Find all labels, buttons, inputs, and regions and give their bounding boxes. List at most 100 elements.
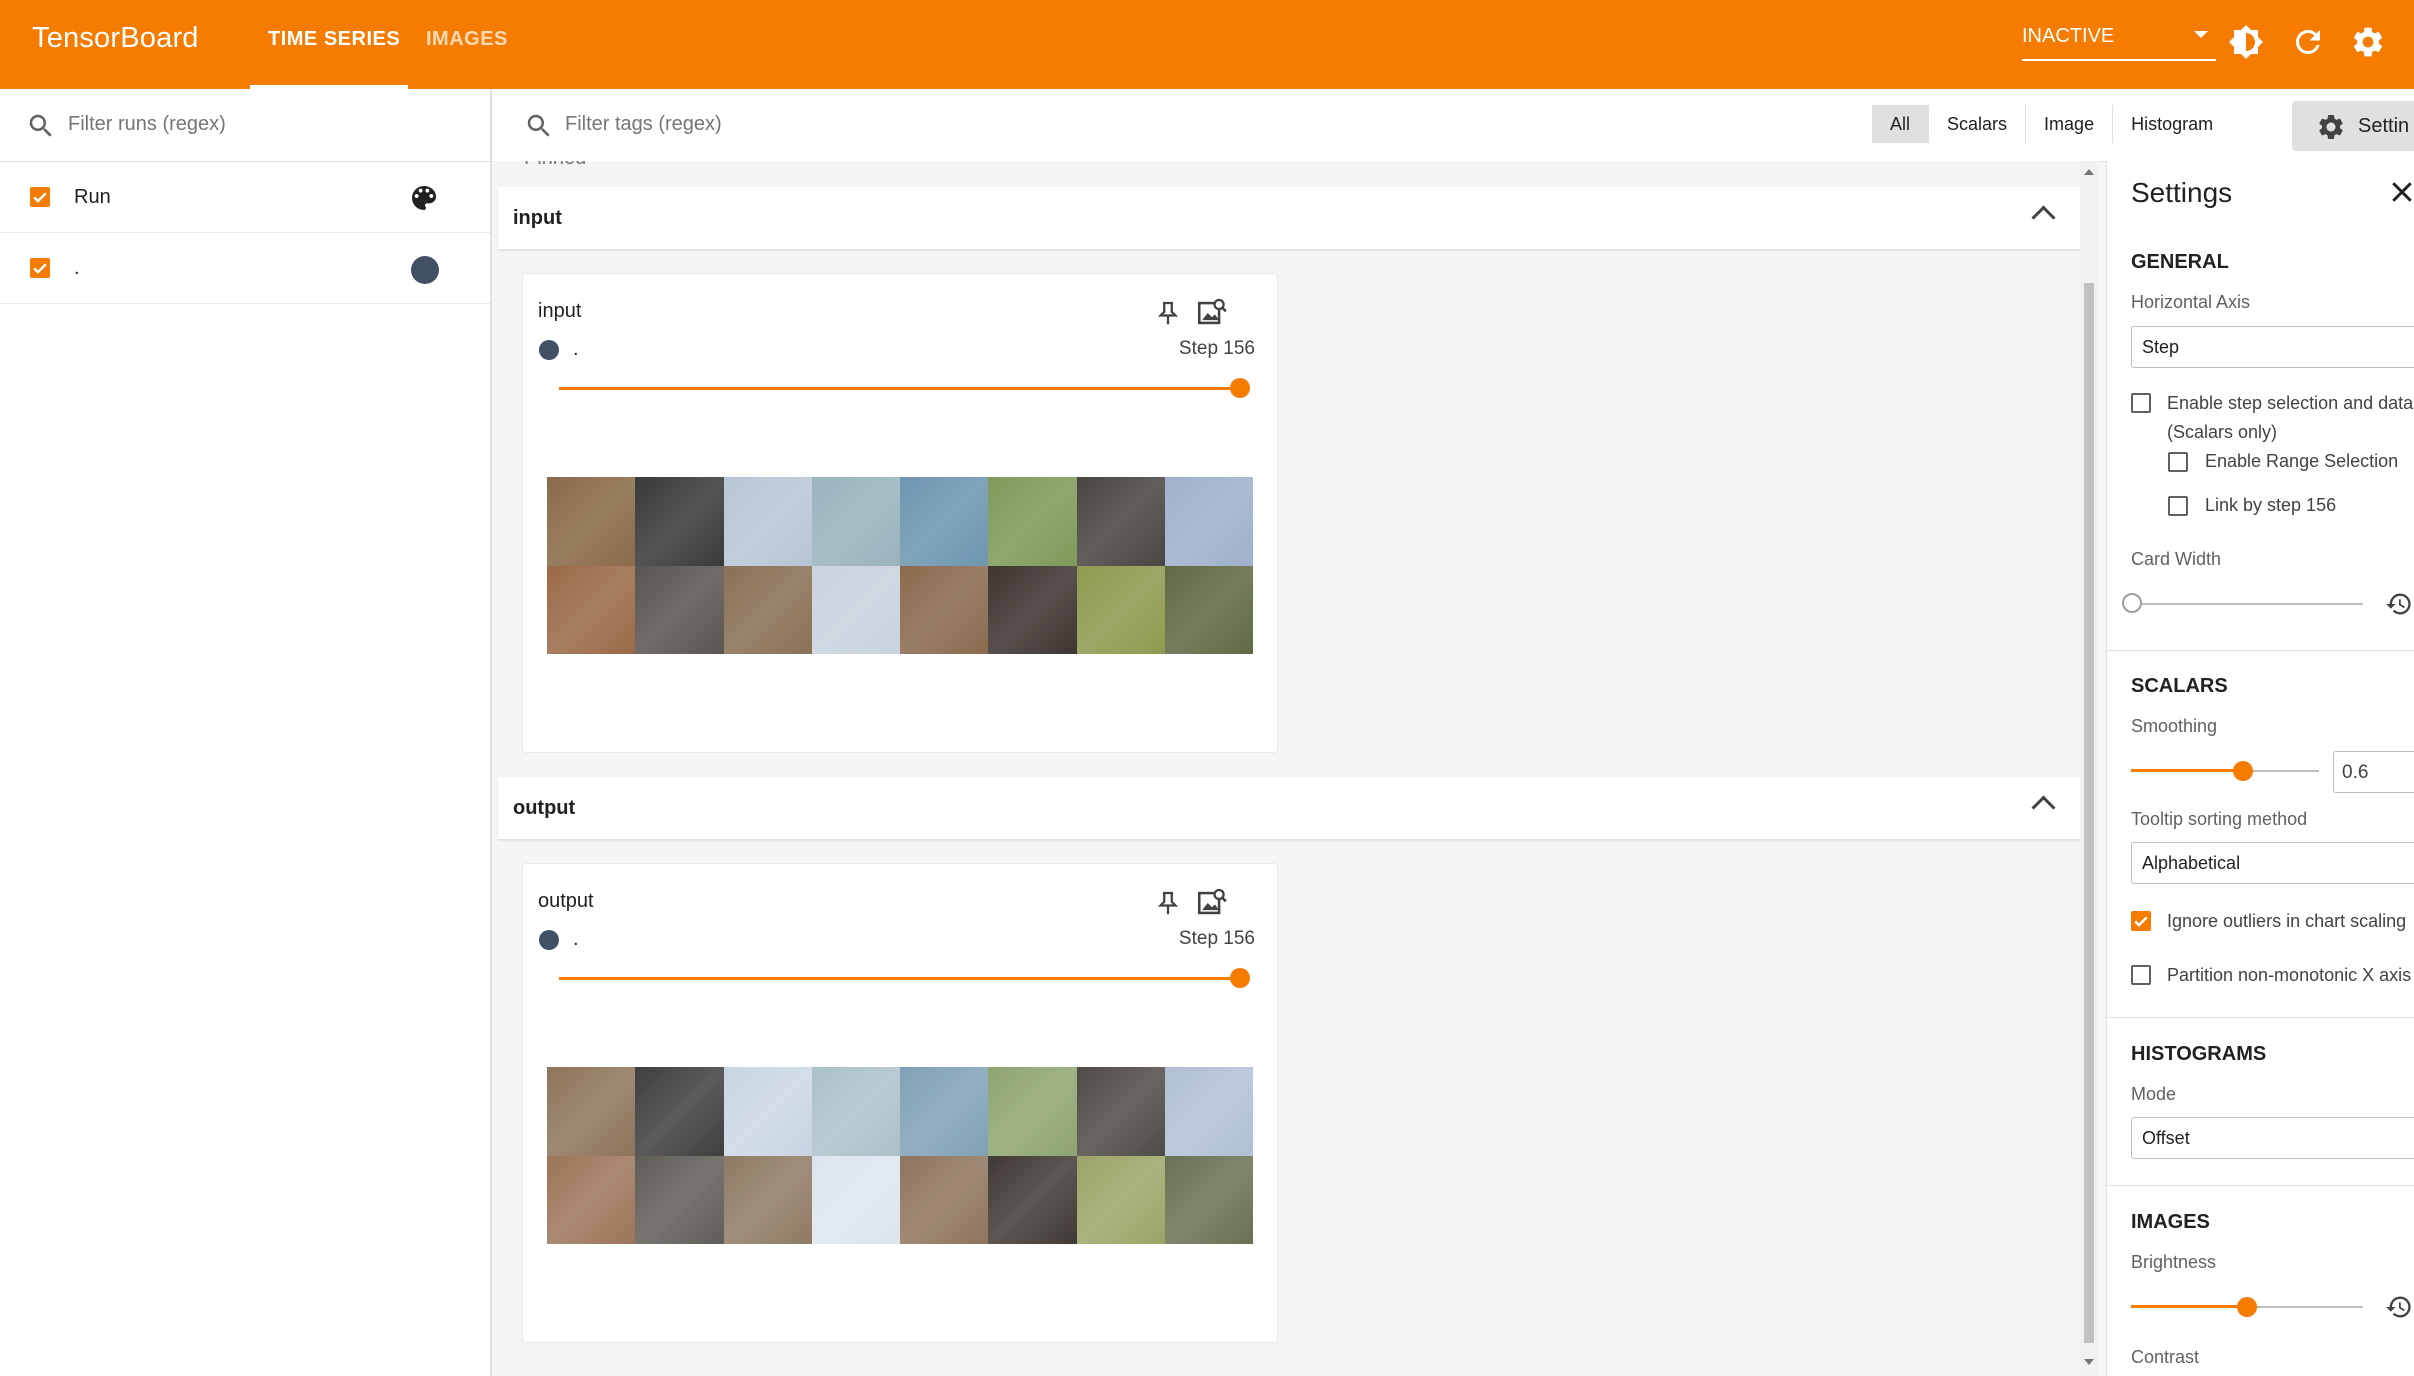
card-title: output <box>538 890 594 912</box>
plugin-status-select[interactable]: INACTIVE <box>2022 25 2216 61</box>
smoothing-slider-thumb[interactable] <box>2233 761 2253 781</box>
card-run-label: . <box>573 928 579 950</box>
scroll-up-arrow-icon[interactable] <box>2083 167 2095 177</box>
section-divider <box>2107 650 2414 651</box>
horizontal-axis-select[interactable]: Step <box>2131 326 2414 368</box>
app-brand[interactable]: TensorBoard <box>32 22 199 55</box>
pinned-section-label: Pinned <box>524 161 586 170</box>
run-color-swatch[interactable] <box>411 256 439 284</box>
card-width-slider-thumb[interactable] <box>2122 593 2142 613</box>
tag-filter-bar: Filter tags (regex) All Scalars Image Hi… <box>492 89 2414 162</box>
group-header-output[interactable]: output <box>498 777 2080 840</box>
pin-icon[interactable] <box>1153 888 1183 918</box>
horizontal-axis-label: Horizontal Axis <box>2131 292 2251 312</box>
scrollbar-thumb[interactable] <box>2084 283 2094 1343</box>
group-title: output <box>513 797 576 819</box>
contrast-label: Contrast <box>2131 1347 2200 1367</box>
image-card-output: output . Step 156 <box>522 863 1278 1343</box>
image-grid[interactable] <box>547 1067 1253 1244</box>
step-slider-thumb[interactable] <box>1230 378 1250 398</box>
reset-icon[interactable] <box>2385 590 2413 618</box>
range-selection-label: Enable Range Selection <box>2205 451 2399 471</box>
image-grid[interactable] <box>547 477 1253 654</box>
settings-toggle-button[interactable]: Settin <box>2292 101 2414 151</box>
image-thumbnail <box>547 565 636 654</box>
section-divider <box>2107 1017 2414 1018</box>
step-slider-track[interactable] <box>559 977 1239 980</box>
tab-images[interactable]: IMAGES <box>426 28 508 51</box>
type-histogram-button[interactable]: Histogram <box>2113 105 2231 143</box>
settings-gear-icon[interactable] <box>2350 24 2386 60</box>
group-header-input[interactable]: input <box>498 187 2080 250</box>
gear-icon <box>2319 115 2343 139</box>
smoothing-slider-fill <box>2131 769 2243 772</box>
image-thumbnail <box>900 477 989 566</box>
settings-panel: Settings GENERAL Horizontal Axis Step En… <box>2106 161 2414 1376</box>
fullsize-image-icon[interactable] <box>1195 296 1229 330</box>
type-all-button[interactable]: All <box>1872 105 1930 143</box>
step-slider-track[interactable] <box>559 387 1239 390</box>
histogram-mode-label: Mode <box>2131 1084 2177 1104</box>
image-thumbnail <box>635 1067 724 1156</box>
image-thumbnail <box>635 565 724 654</box>
reset-icon[interactable] <box>2385 1293 2413 1321</box>
type-scalars-button[interactable]: Scalars <box>1929 105 2027 143</box>
scroll-down-arrow-icon[interactable] <box>2083 1357 2095 1367</box>
image-thumbnail <box>547 477 636 566</box>
tags-filter-input[interactable]: Filter tags (regex) <box>565 113 722 136</box>
histogram-mode-select[interactable]: Offset <box>2131 1117 2414 1159</box>
run-checkbox[interactable] <box>30 258 50 278</box>
run-row: . <box>0 233 490 304</box>
plugin-status-value: INACTIVE <box>2022 25 2115 47</box>
theme-toggle-icon[interactable] <box>2228 24 2264 60</box>
image-thumbnail <box>811 1067 900 1156</box>
image-thumbnail <box>547 1067 636 1156</box>
pin-icon[interactable] <box>1153 298 1183 328</box>
image-thumbnail <box>1164 565 1253 654</box>
ignore-outliers-checkbox[interactable] <box>2131 911 2151 931</box>
tab-time-series[interactable]: TIME SERIES <box>268 28 400 51</box>
close-icon[interactable] <box>2387 177 2414 207</box>
range-selection-checkbox[interactable] <box>2168 452 2188 472</box>
chevron-up-icon[interactable] <box>2031 205 2056 230</box>
palette-icon[interactable] <box>408 182 440 214</box>
refresh-icon[interactable] <box>2290 24 2326 60</box>
brightness-label: Brightness <box>2131 1252 2217 1272</box>
run-color-dot <box>539 340 559 360</box>
brightness-slider-thumb[interactable] <box>2237 1297 2257 1317</box>
step-selection-checkbox[interactable] <box>2131 393 2151 413</box>
run-color-dot <box>539 930 559 950</box>
image-thumbnail <box>1076 477 1165 566</box>
step-slider-thumb[interactable] <box>1230 968 1250 988</box>
step-selection-label-2: (Scalars only) <box>2167 422 2278 442</box>
image-thumbnail <box>547 1155 636 1244</box>
runs-sidebar: Filter runs (regex) Run . <box>0 89 492 1376</box>
runs-filter-input[interactable]: Filter runs (regex) <box>68 113 226 136</box>
smoothing-value: 0.6 <box>2342 762 2369 783</box>
histogram-mode-value: Offset <box>2142 1128 2190 1148</box>
image-thumbnail <box>988 1067 1077 1156</box>
card-run-label: . <box>573 338 579 360</box>
images-heading: IMAGES <box>2131 1211 2210 1233</box>
fullsize-image-icon[interactable] <box>1195 886 1229 920</box>
runs-filter[interactable]: Filter runs (regex) <box>0 89 490 162</box>
image-thumbnail <box>723 477 812 566</box>
image-thumbnail <box>723 1155 812 1244</box>
tooltip-sort-select[interactable]: Alphabetical <box>2131 842 2414 884</box>
plugin-type-selector: All Scalars Image Histogram <box>1872 105 2231 143</box>
partition-x-axis-label: Partition non-monotonic X axis <box>2167 965 2412 985</box>
image-thumbnail <box>1076 1067 1165 1156</box>
general-heading: GENERAL <box>2131 251 2229 273</box>
smoothing-input[interactable]: 0.6 <box>2333 751 2414 793</box>
ignore-outliers-label: Ignore outliers in chart scaling <box>2167 911 2407 931</box>
horizontal-axis-value: Step <box>2142 337 2180 357</box>
link-by-step-checkbox[interactable] <box>2168 496 2188 516</box>
tooltip-sort-value: Alphabetical <box>2142 853 2241 873</box>
image-thumbnail <box>1164 477 1253 566</box>
card-width-slider-track[interactable] <box>2131 603 2363 605</box>
select-all-runs-checkbox[interactable] <box>30 187 50 207</box>
partition-x-axis-checkbox[interactable] <box>2131 965 2151 985</box>
type-image-button[interactable]: Image <box>2026 105 2114 143</box>
chevron-up-icon[interactable] <box>2031 795 2056 820</box>
image-thumbnail <box>635 1155 724 1244</box>
